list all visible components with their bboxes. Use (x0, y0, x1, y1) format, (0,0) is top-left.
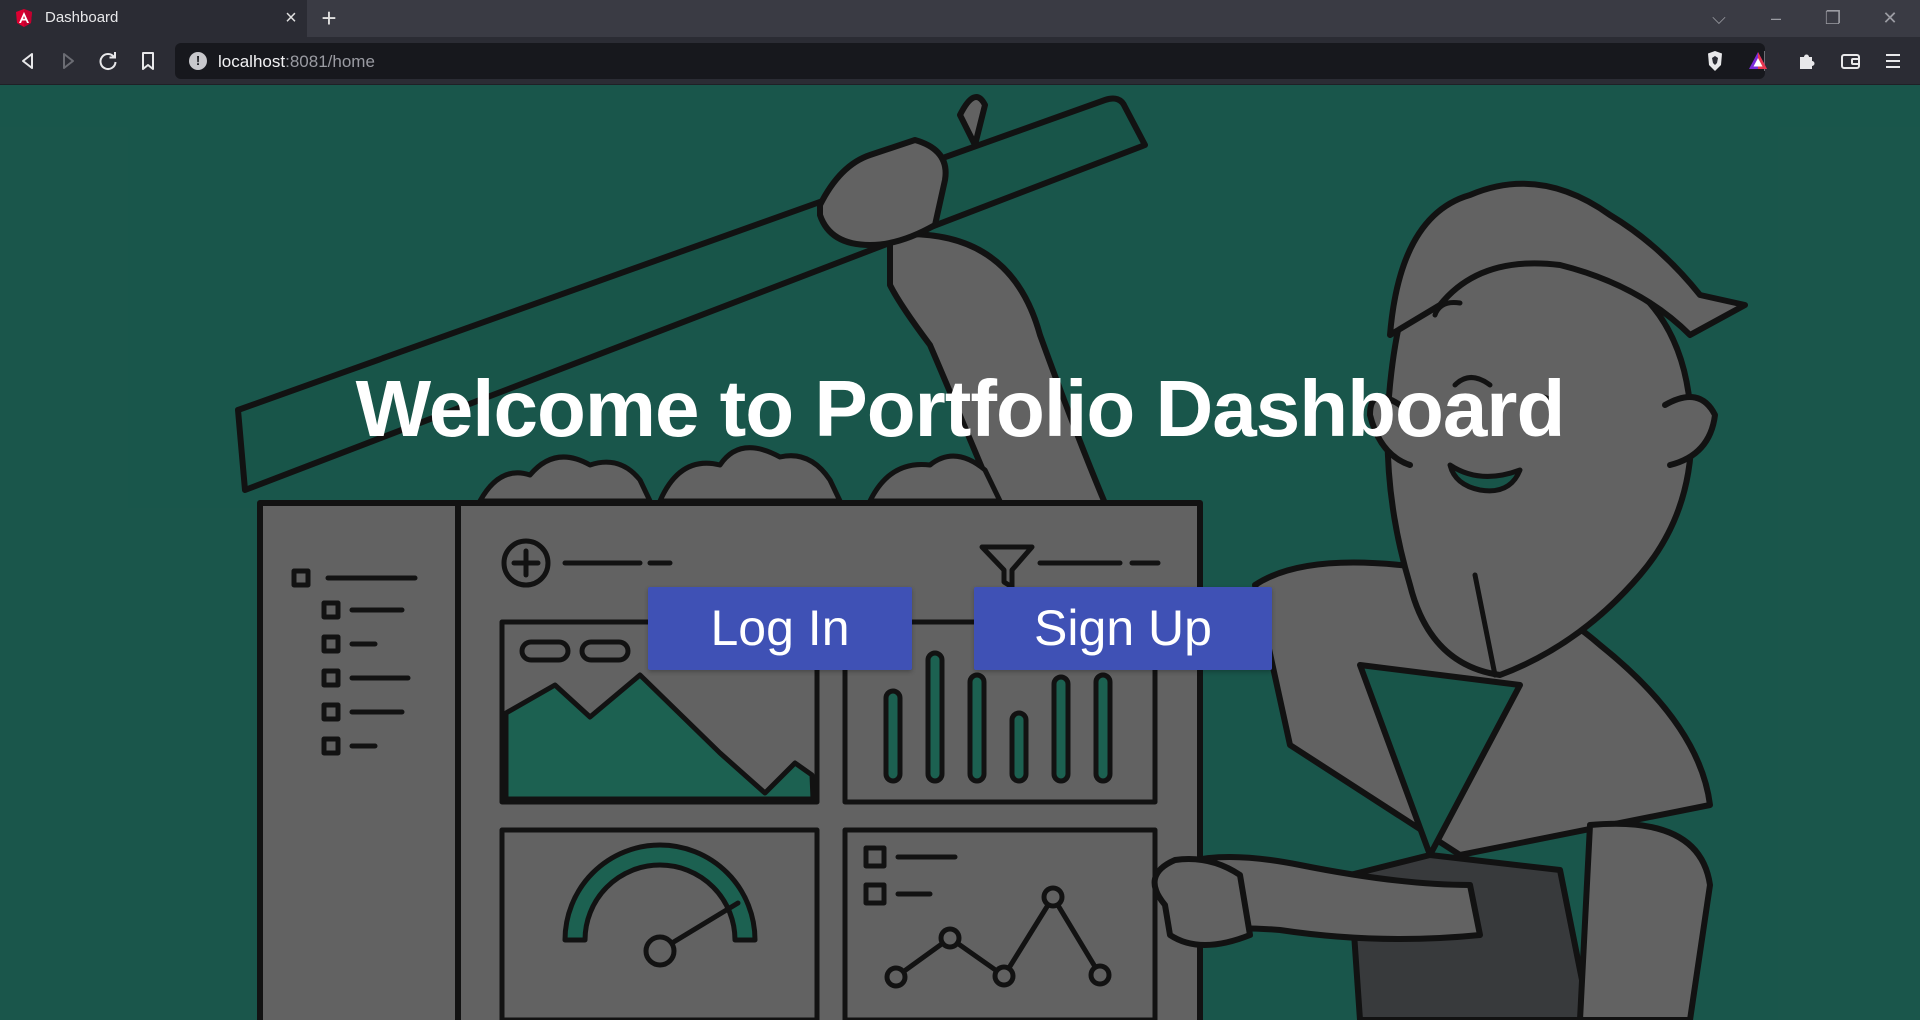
hamburger-menu-icon[interactable] (1879, 47, 1907, 75)
minimize-button[interactable]: – (1764, 5, 1788, 31)
dashboard-illustration (0, 85, 1920, 1020)
back-icon[interactable] (14, 47, 42, 75)
signup-button[interactable]: Sign Up (974, 587, 1272, 670)
bookmark-icon[interactable] (134, 47, 162, 75)
tab-strip: Dashboard × + ⌵ – ❐ ✕ (0, 0, 1920, 37)
close-window-button[interactable]: ✕ (1878, 5, 1902, 31)
browser-toolbar: ! localhost:8081/home (0, 37, 1920, 85)
page-title: Welcome to Portfolio Dashboard (355, 364, 1566, 453)
url-host: localhost (218, 52, 286, 71)
tab-title: Dashboard (45, 9, 119, 26)
brave-shield-icon[interactable] (1701, 47, 1729, 75)
url-text[interactable]: localhost:8081/home (218, 52, 375, 72)
address-bar[interactable]: ! localhost:8081/home (175, 43, 1765, 79)
hero-section: Welcome to Portfolio Dashboard Log In Si… (0, 85, 1920, 1020)
url-path: :8081/home (285, 52, 375, 71)
reload-icon[interactable] (94, 47, 122, 75)
close-tab-icon[interactable]: × (280, 7, 302, 29)
login-button[interactable]: Log In (648, 587, 912, 670)
forward-icon[interactable] (54, 47, 82, 75)
restore-button[interactable]: ❐ (1821, 5, 1845, 31)
info-icon[interactable]: ! (189, 52, 207, 70)
tab-search-chevron-icon[interactable]: ⌵ (1707, 5, 1731, 31)
browser-tab[interactable]: Dashboard × (0, 0, 307, 37)
puzzle-icon[interactable] (1793, 47, 1821, 75)
angular-icon (16, 9, 32, 27)
brave-rewards-icon[interactable] (1744, 47, 1772, 75)
wallet-icon[interactable] (1836, 47, 1864, 75)
new-tab-button[interactable]: + (318, 5, 340, 31)
